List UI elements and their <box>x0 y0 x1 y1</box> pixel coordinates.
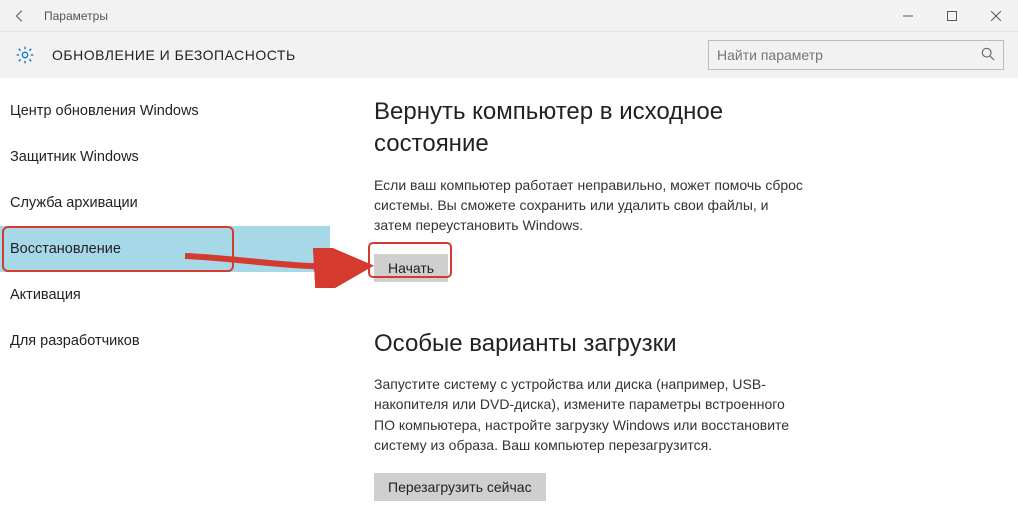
close-button[interactable] <box>974 0 1018 32</box>
advanced-startup-description: Запустите систему с устройства или диска… <box>374 374 804 455</box>
sidebar-item-label: Защитник Windows <box>10 149 139 165</box>
back-arrow-icon <box>13 9 27 23</box>
search-icon <box>981 47 995 64</box>
reset-start-button[interactable]: Начать <box>374 254 448 282</box>
titlebar: Параметры <box>0 0 1018 32</box>
sidebar: Центр обновления Windows Защитник Window… <box>0 78 330 518</box>
reset-heading: Вернуть компьютер в исходное состояние <box>374 96 814 161</box>
sidebar-item-label: Активация <box>10 287 81 303</box>
sidebar-item-label: Центр обновления Windows <box>10 103 199 119</box>
window-controls <box>886 0 1018 32</box>
minimize-button[interactable] <box>886 0 930 32</box>
sidebar-item-label: Восстановление <box>10 241 121 257</box>
sidebar-item-label: Для разработчиков <box>10 333 140 349</box>
sidebar-item-defender[interactable]: Защитник Windows <box>0 134 330 180</box>
window-title: Параметры <box>44 9 108 23</box>
sidebar-item-activation[interactable]: Активация <box>0 272 330 318</box>
header-bar: ОБНОВЛЕНИЕ И БЕЗОПАСНОСТЬ <box>0 32 1018 78</box>
sidebar-item-windows-update[interactable]: Центр обновления Windows <box>0 88 330 134</box>
maximize-button[interactable] <box>930 0 974 32</box>
sidebar-item-label: Служба архивации <box>10 195 138 211</box>
sidebar-item-for-developers[interactable]: Для разработчиков <box>0 318 330 364</box>
restart-now-button[interactable]: Перезагрузить сейчас <box>374 473 546 501</box>
search-box[interactable] <box>708 40 1004 70</box>
category-title: ОБНОВЛЕНИЕ И БЕЗОПАСНОСТЬ <box>52 47 296 63</box>
sidebar-item-backup[interactable]: Служба архивации <box>0 180 330 226</box>
sidebar-item-recovery[interactable]: Восстановление <box>0 226 330 272</box>
reset-description: Если ваш компьютер работает неправильно,… <box>374 175 804 236</box>
content-area: Вернуть компьютер в исходное состояние Е… <box>330 78 1018 518</box>
gear-icon <box>14 44 36 66</box>
search-input[interactable] <box>717 47 981 63</box>
advanced-startup-heading: Особые варианты загрузки <box>374 328 814 360</box>
back-button[interactable] <box>0 0 40 32</box>
